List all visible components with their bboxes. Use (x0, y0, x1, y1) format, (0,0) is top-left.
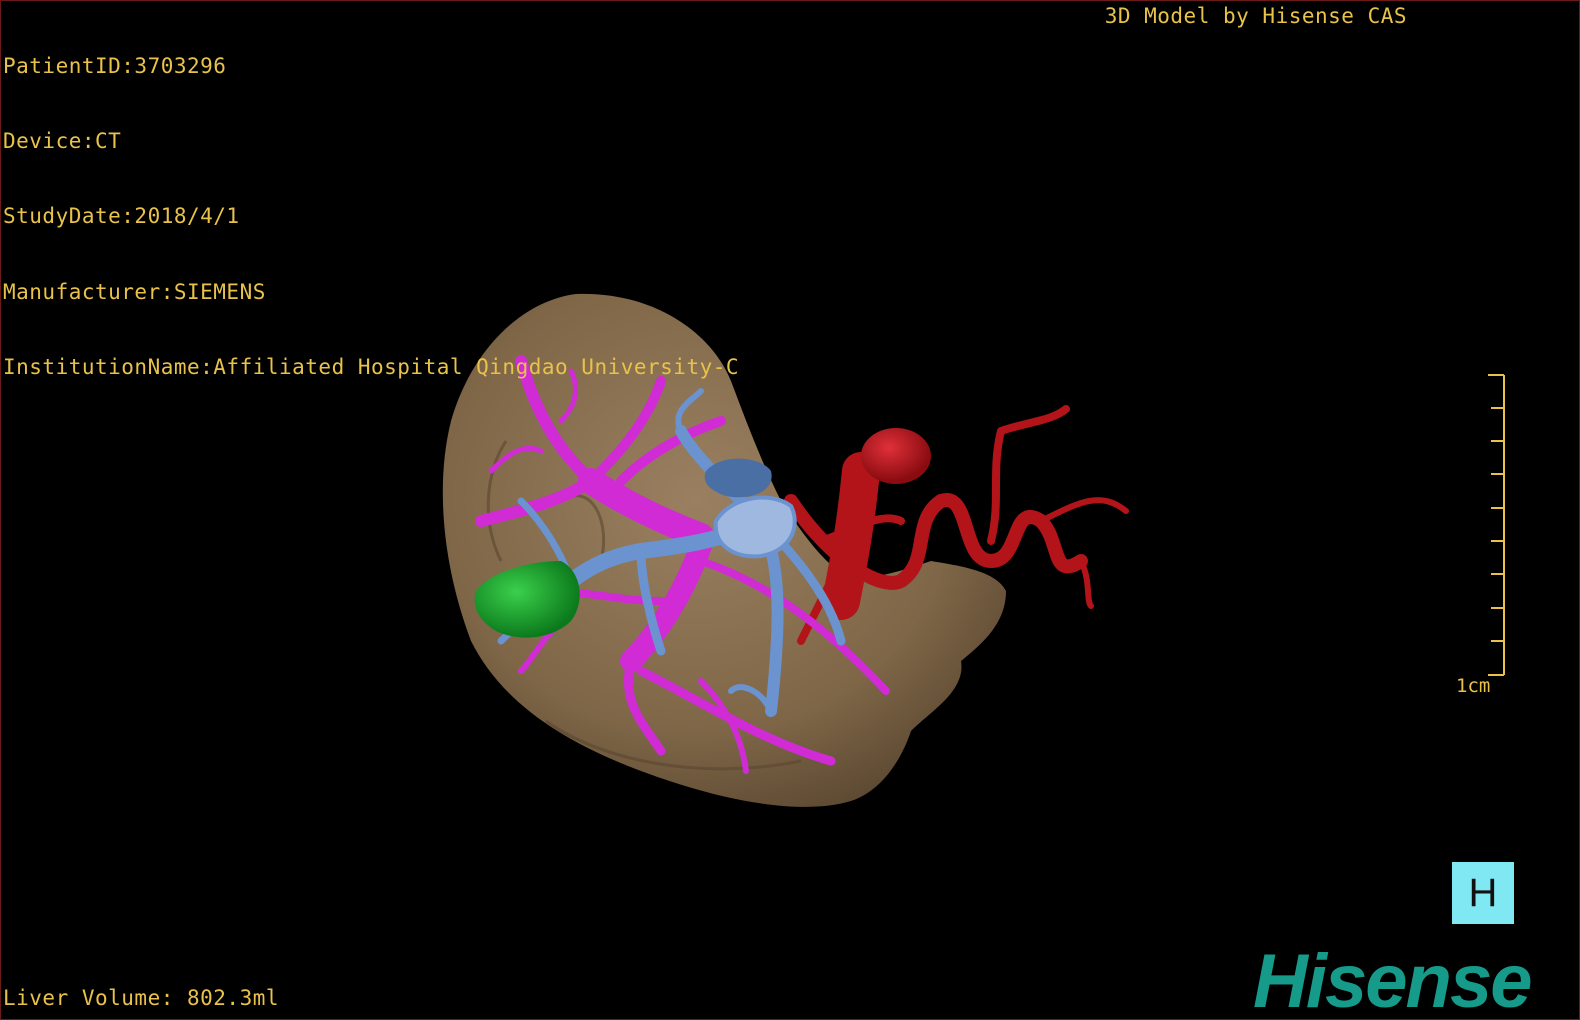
aorta (861, 428, 931, 484)
vena-cava (713, 495, 797, 559)
scale-bar-label: 1cm (1456, 675, 1491, 697)
hisense-logo: Hisense (1253, 939, 1532, 1020)
orientation-marker[interactable]: H (1452, 862, 1514, 924)
liver-volume-text: Liver Volume: 802.3ml (3, 986, 280, 1010)
patient-id-text: PatientID:3703296 (3, 54, 227, 78)
model-credit-text: 3D Model by Hisense CAS (1104, 4, 1407, 28)
patient-info-overlay: PatientID:3703296 Device:CT StudyDate:20… (3, 4, 739, 430)
institution-text: InstitutionName:Affiliated Hospital Qing… (3, 354, 740, 379)
3d-viewport[interactable]: PatientID:3703296 Device:CT StudyDate:20… (0, 0, 1580, 1020)
scale-bar (1488, 374, 1505, 676)
manufacturer-text: Manufacturer:SIEMENS (3, 279, 266, 304)
study-date-text: StudyDate:2018/4/1 (3, 204, 240, 229)
device-text: Device:CT (3, 129, 122, 154)
